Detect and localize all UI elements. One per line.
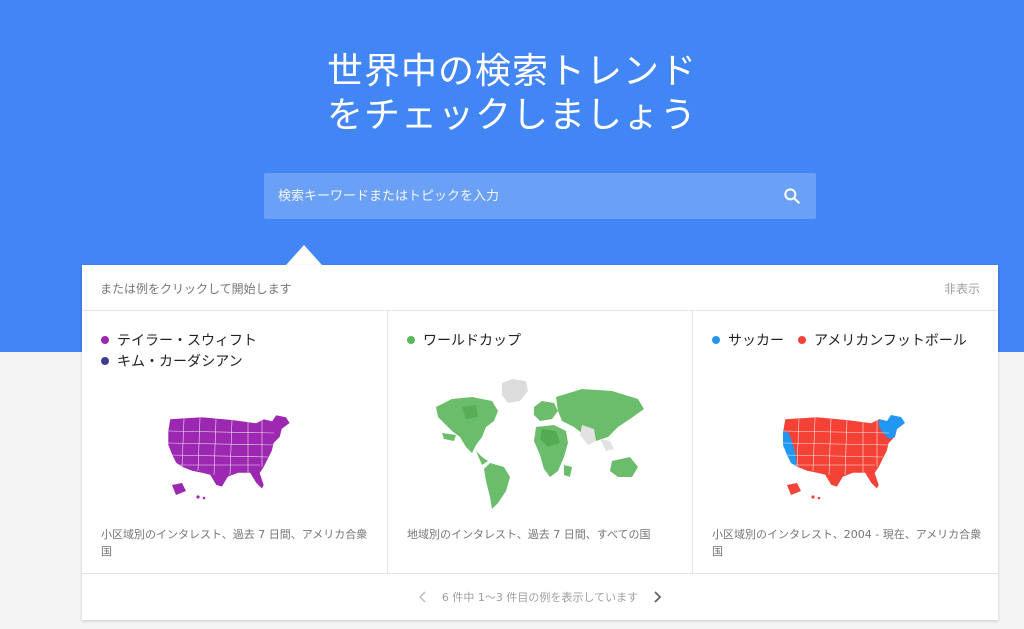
legend: ワールドカップ [407, 331, 521, 352]
legend-label: アメリカンフットボール [814, 333, 967, 349]
series-dot [101, 336, 109, 344]
page-title: 世界中の検索トレンド をチェックしましょう [0, 50, 1024, 138]
examples-pager: 6 件中 1～3 件目の例を表示しています [82, 573, 998, 620]
hide-link[interactable]: 非表示 [944, 280, 980, 297]
series-dot [798, 336, 806, 344]
pager: 6 件中 1～3 件目の例を表示しています [82, 589, 998, 605]
examples-hint: または例をクリックして開始します [100, 282, 292, 296]
series-dot [101, 357, 109, 365]
legend-label: サッカー [728, 333, 784, 349]
example-caption: 地域別のインタレスト、過去 7 日間、すべての国 [407, 528, 651, 541]
legend-entry-2: アメリカンフットボール [798, 331, 967, 352]
legend-item: テイラー・スウィフト [101, 331, 257, 352]
search-icon[interactable] [782, 186, 802, 206]
series-dot [712, 336, 720, 344]
example-card-3[interactable]: サッカー アメリカンフットボール 小区域別のインタレスト、2004 - 現在、アメ… [692, 311, 997, 573]
examples-header: または例をクリックして開始します 非表示 [82, 265, 998, 311]
legend-item: ワールドカップ [407, 331, 521, 352]
chevron-right-icon[interactable] [650, 590, 664, 604]
example-card-2[interactable]: ワールドカップ 地域別のインタレスト、過去 7 日間、すべての国 [387, 311, 692, 573]
search-input[interactable] [264, 173, 754, 219]
pager-status: 6 件中 1～3 件目の例を表示しています [441, 591, 639, 604]
example-card-1[interactable]: テイラー・スウィフト キム・カーダシアン 小区域別のインタレスト、過去 7 日間… [82, 311, 387, 573]
examples-card: または例をクリックして開始します 非表示 テイラー・スウィフト キム・カーダシア… [82, 265, 998, 620]
example-caption: 小区域別のインタレスト、2004 - 現在、アメリカ合衆国 [712, 528, 982, 558]
legend-label: テイラー・スウィフト [117, 333, 257, 349]
examples-row: テイラー・スウィフト キム・カーダシアン 小区域別のインタレスト、過去 7 日間… [82, 311, 998, 573]
legend-item: キム・カーダシアン [101, 352, 257, 373]
legend-item: サッカー アメリカンフットボール [712, 331, 981, 352]
chevron-left-icon[interactable] [416, 590, 430, 604]
page-title-line1: 世界中の検索トレンド [326, 51, 697, 92]
card-pointer [286, 245, 322, 265]
series-dot [407, 336, 415, 344]
legend: サッカー アメリカンフットボール [712, 331, 981, 352]
legend-label: キム・カーダシアン [117, 354, 243, 370]
legend-entry-1: サッカー [712, 331, 784, 352]
legend: テイラー・スウィフト キム・カーダシアン [101, 331, 257, 373]
legend-label: ワールドカップ [423, 333, 521, 349]
search-box [264, 173, 816, 219]
us-map [167, 414, 291, 500]
us-map [782, 414, 906, 500]
page-title-line2: をチェックしましょう [326, 95, 697, 136]
world-map [436, 379, 644, 509]
example-caption: 小区域別のインタレスト、過去 7 日間、アメリカ合衆国 [101, 528, 368, 558]
